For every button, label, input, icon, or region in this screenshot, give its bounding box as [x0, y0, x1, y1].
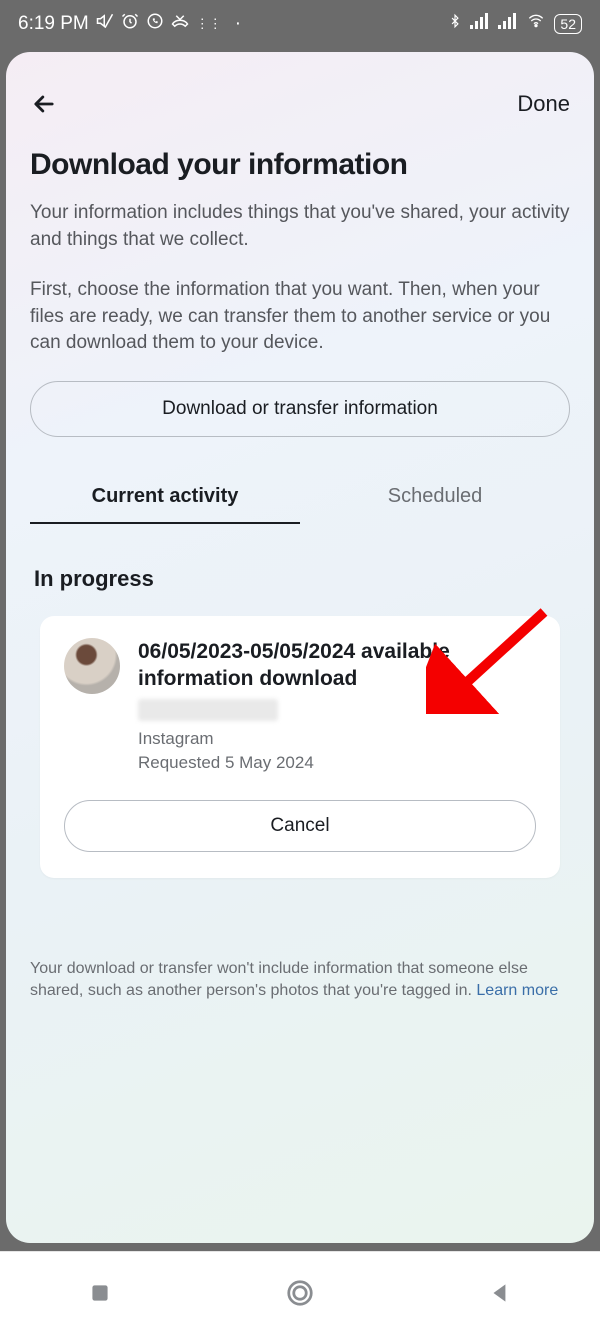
card-username-redacted: [138, 699, 278, 721]
status-right: 52: [448, 12, 582, 36]
nav-back-button[interactable]: [480, 1273, 520, 1313]
dot-icon: ·: [235, 13, 241, 35]
battery-indicator: 52: [554, 14, 582, 34]
tabs: Current activity Scheduled: [30, 471, 570, 524]
back-button[interactable]: [30, 90, 58, 118]
card-top: 06/05/2023-05/05/2024 available informat…: [64, 638, 536, 776]
avatar: [64, 638, 120, 694]
header-row: Done: [30, 90, 570, 118]
page-title: Download your information: [30, 148, 570, 182]
tab-scheduled[interactable]: Scheduled: [300, 471, 570, 524]
learn-more-link[interactable]: Learn more: [476, 982, 558, 999]
download-card: 06/05/2023-05/05/2024 available informat…: [40, 616, 560, 878]
cancel-button[interactable]: Cancel: [64, 800, 536, 852]
footer-text: Your download or transfer won't include …: [30, 960, 528, 999]
alarm-icon: [121, 12, 139, 36]
card-title: 06/05/2023-05/05/2024 available informat…: [138, 638, 536, 693]
done-button[interactable]: Done: [517, 91, 570, 117]
mute-icon: [96, 12, 114, 36]
whatsapp-icon: [146, 12, 164, 36]
app-panel: Done Download your information Your info…: [6, 52, 594, 1243]
bluetooth-icon: [448, 12, 462, 36]
signal-2-icon: [498, 13, 518, 35]
system-nav-bar: [0, 1251, 600, 1333]
download-transfer-button[interactable]: Download or transfer information: [30, 381, 570, 437]
intro-paragraph-1: Your information includes things that yo…: [30, 200, 570, 253]
card-lines: 06/05/2023-05/05/2024 available informat…: [138, 638, 536, 776]
section-heading-in-progress: In progress: [34, 566, 570, 592]
misc-icon: ⋮⋮: [196, 16, 222, 32]
status-bar: 6:19 PM ⋮⋮ · 52: [0, 0, 600, 48]
card-platform: Instagram: [138, 727, 536, 752]
missed-call-icon: [171, 12, 189, 36]
status-time: 6:19 PM: [18, 13, 89, 35]
status-left: 6:19 PM ⋮⋮ ·: [18, 12, 241, 36]
tab-current-activity[interactable]: Current activity: [30, 471, 300, 524]
card-requested-date: Requested 5 May 2024: [138, 751, 536, 776]
signal-1-icon: [470, 13, 490, 35]
nav-recents-button[interactable]: [80, 1273, 120, 1313]
footer-note: Your download or transfer won't include …: [30, 958, 570, 1003]
wifi-icon: [526, 13, 546, 35]
nav-home-button[interactable]: [280, 1273, 320, 1313]
intro-paragraph-2: First, choose the information that you w…: [30, 277, 570, 357]
